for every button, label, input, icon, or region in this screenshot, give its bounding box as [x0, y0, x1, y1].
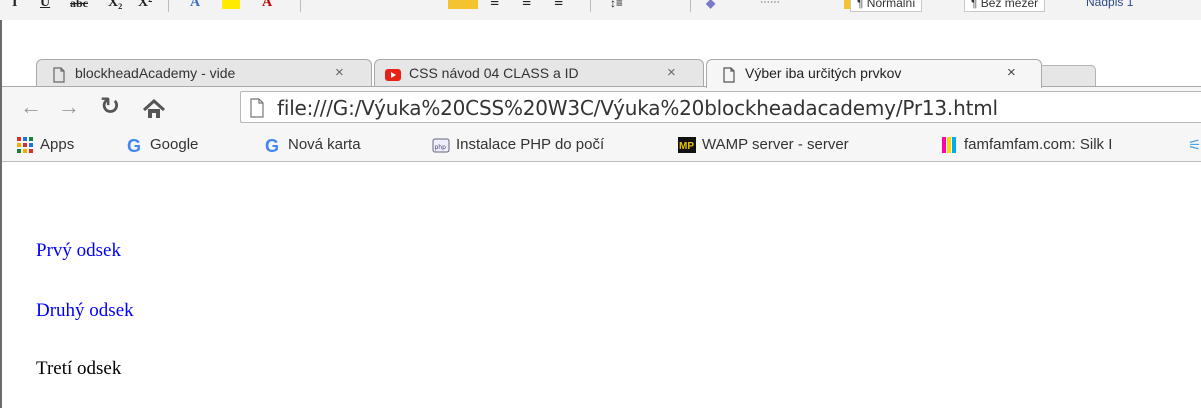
close-icon[interactable]: ×: [335, 65, 344, 81]
highlight-icon[interactable]: [222, 0, 240, 9]
svg-text:G: G: [127, 136, 141, 154]
tab-label: Výber iba určitých prvkov: [745, 65, 902, 81]
tab-label: CSS návod 04 CLASS a ID: [409, 65, 579, 81]
bookmark-label: WAMP server - server: [702, 136, 849, 153]
word-toolbar-strip: I U abc X₂ X² A A ≡ ≡ ≡ ↕≡ ◆ ⋯⋯ ¶ Normál…: [0, 0, 1201, 21]
svg-text:G: G: [265, 136, 279, 154]
bookmark-label: Apps: [40, 136, 75, 153]
home-icon[interactable]: [142, 98, 166, 120]
bookmark-label: Instalace PHP do počí: [456, 136, 605, 153]
wamp-icon: MP: [678, 137, 696, 153]
shading-icon[interactable]: ◆: [706, 0, 715, 12]
back-icon[interactable]: ←: [20, 95, 42, 119]
tab-css-navod[interactable]: CSS návod 04 CLASS a ID ×: [374, 59, 704, 87]
youtube-icon: [385, 69, 401, 81]
borders-icon[interactable]: ⋯⋯: [760, 0, 780, 12]
famfamfam-icon: [942, 137, 956, 153]
style-normal[interactable]: ¶ Normální: [850, 0, 923, 12]
page-content: Prvý odsek Druhý odsek Tretí odsek: [2, 162, 1201, 408]
page-icon: [53, 67, 65, 83]
browser-toolbar: ← → ↻ file:///G:/Výuka%20CSS%20W3C/Výuka…: [2, 86, 1201, 128]
line-spacing-icon[interactable]: ↕≡: [610, 0, 623, 12]
svg-text:MP: MP: [679, 141, 694, 152]
reload-icon[interactable]: ↻: [100, 95, 120, 119]
tab-blockhead-academy[interactable]: blockheadAcademy - vide ×: [36, 59, 372, 87]
align-center-icon[interactable]: ≡: [490, 0, 499, 12]
paragraph-third: Tretí odsek: [36, 358, 122, 379]
svg-text:php: php: [435, 144, 447, 151]
style-heading-1[interactable]: Nadpis 1: [1080, 0, 1139, 10]
close-icon[interactable]: ×: [1007, 65, 1016, 81]
bookmark-overflow-icon[interactable]: ⚟: [1188, 136, 1201, 154]
page-icon: [723, 67, 735, 83]
google-icon: G: [265, 136, 279, 154]
align-right-icon[interactable]: ≡: [522, 0, 531, 12]
style-no-spacing[interactable]: ¶ Bez mezer: [964, 0, 1046, 12]
apps-grid-icon: [17, 137, 33, 153]
bookmark-label: Nová karta: [288, 136, 361, 153]
browser-window: blockheadAcademy - vide × CSS návod 04 C…: [0, 20, 1201, 408]
tab-strip: blockheadAcademy - vide × CSS návod 04 C…: [2, 20, 1201, 88]
bookmark-label: famfamfam.com: Silk I: [964, 136, 1113, 153]
google-icon: G: [127, 136, 141, 154]
font-color-icon[interactable]: A: [262, 0, 272, 12]
php-icon: php: [432, 138, 450, 153]
address-bar[interactable]: file:///G:/Výuka%20CSS%20W3C/Výuka%20blo…: [240, 91, 1201, 123]
align-left-icon[interactable]: [448, 0, 478, 9]
subscript-icon[interactable]: X₂: [108, 0, 122, 12]
tab-vyber-prvkov[interactable]: Výber iba určitých prvkov ×: [706, 59, 1042, 88]
bookmarks-bar: Apps G Google G Nová karta php Instalace…: [2, 128, 1201, 162]
url-text[interactable]: file:///G:/Výuka%20CSS%20W3C/Výuka%20blo…: [277, 96, 998, 120]
tab-label: blockheadAcademy - vide: [75, 65, 236, 81]
page-icon: [250, 98, 264, 118]
superscript-icon[interactable]: X²: [138, 0, 152, 12]
paragraph-second: Druhý odsek: [36, 300, 134, 321]
close-icon[interactable]: ×: [667, 65, 676, 81]
new-tab-button[interactable]: [1038, 65, 1096, 87]
forward-icon[interactable]: →: [58, 95, 80, 119]
text-effects-icon[interactable]: A: [190, 0, 200, 12]
underline-icon[interactable]: U: [40, 0, 50, 12]
strikethrough-icon[interactable]: abc: [70, 0, 88, 12]
paragraph-first: Prvý odsek: [36, 240, 121, 261]
italic-icon[interactable]: I: [12, 0, 17, 12]
bookmark-label: Google: [150, 136, 199, 153]
justify-icon[interactable]: ≡: [554, 0, 563, 12]
